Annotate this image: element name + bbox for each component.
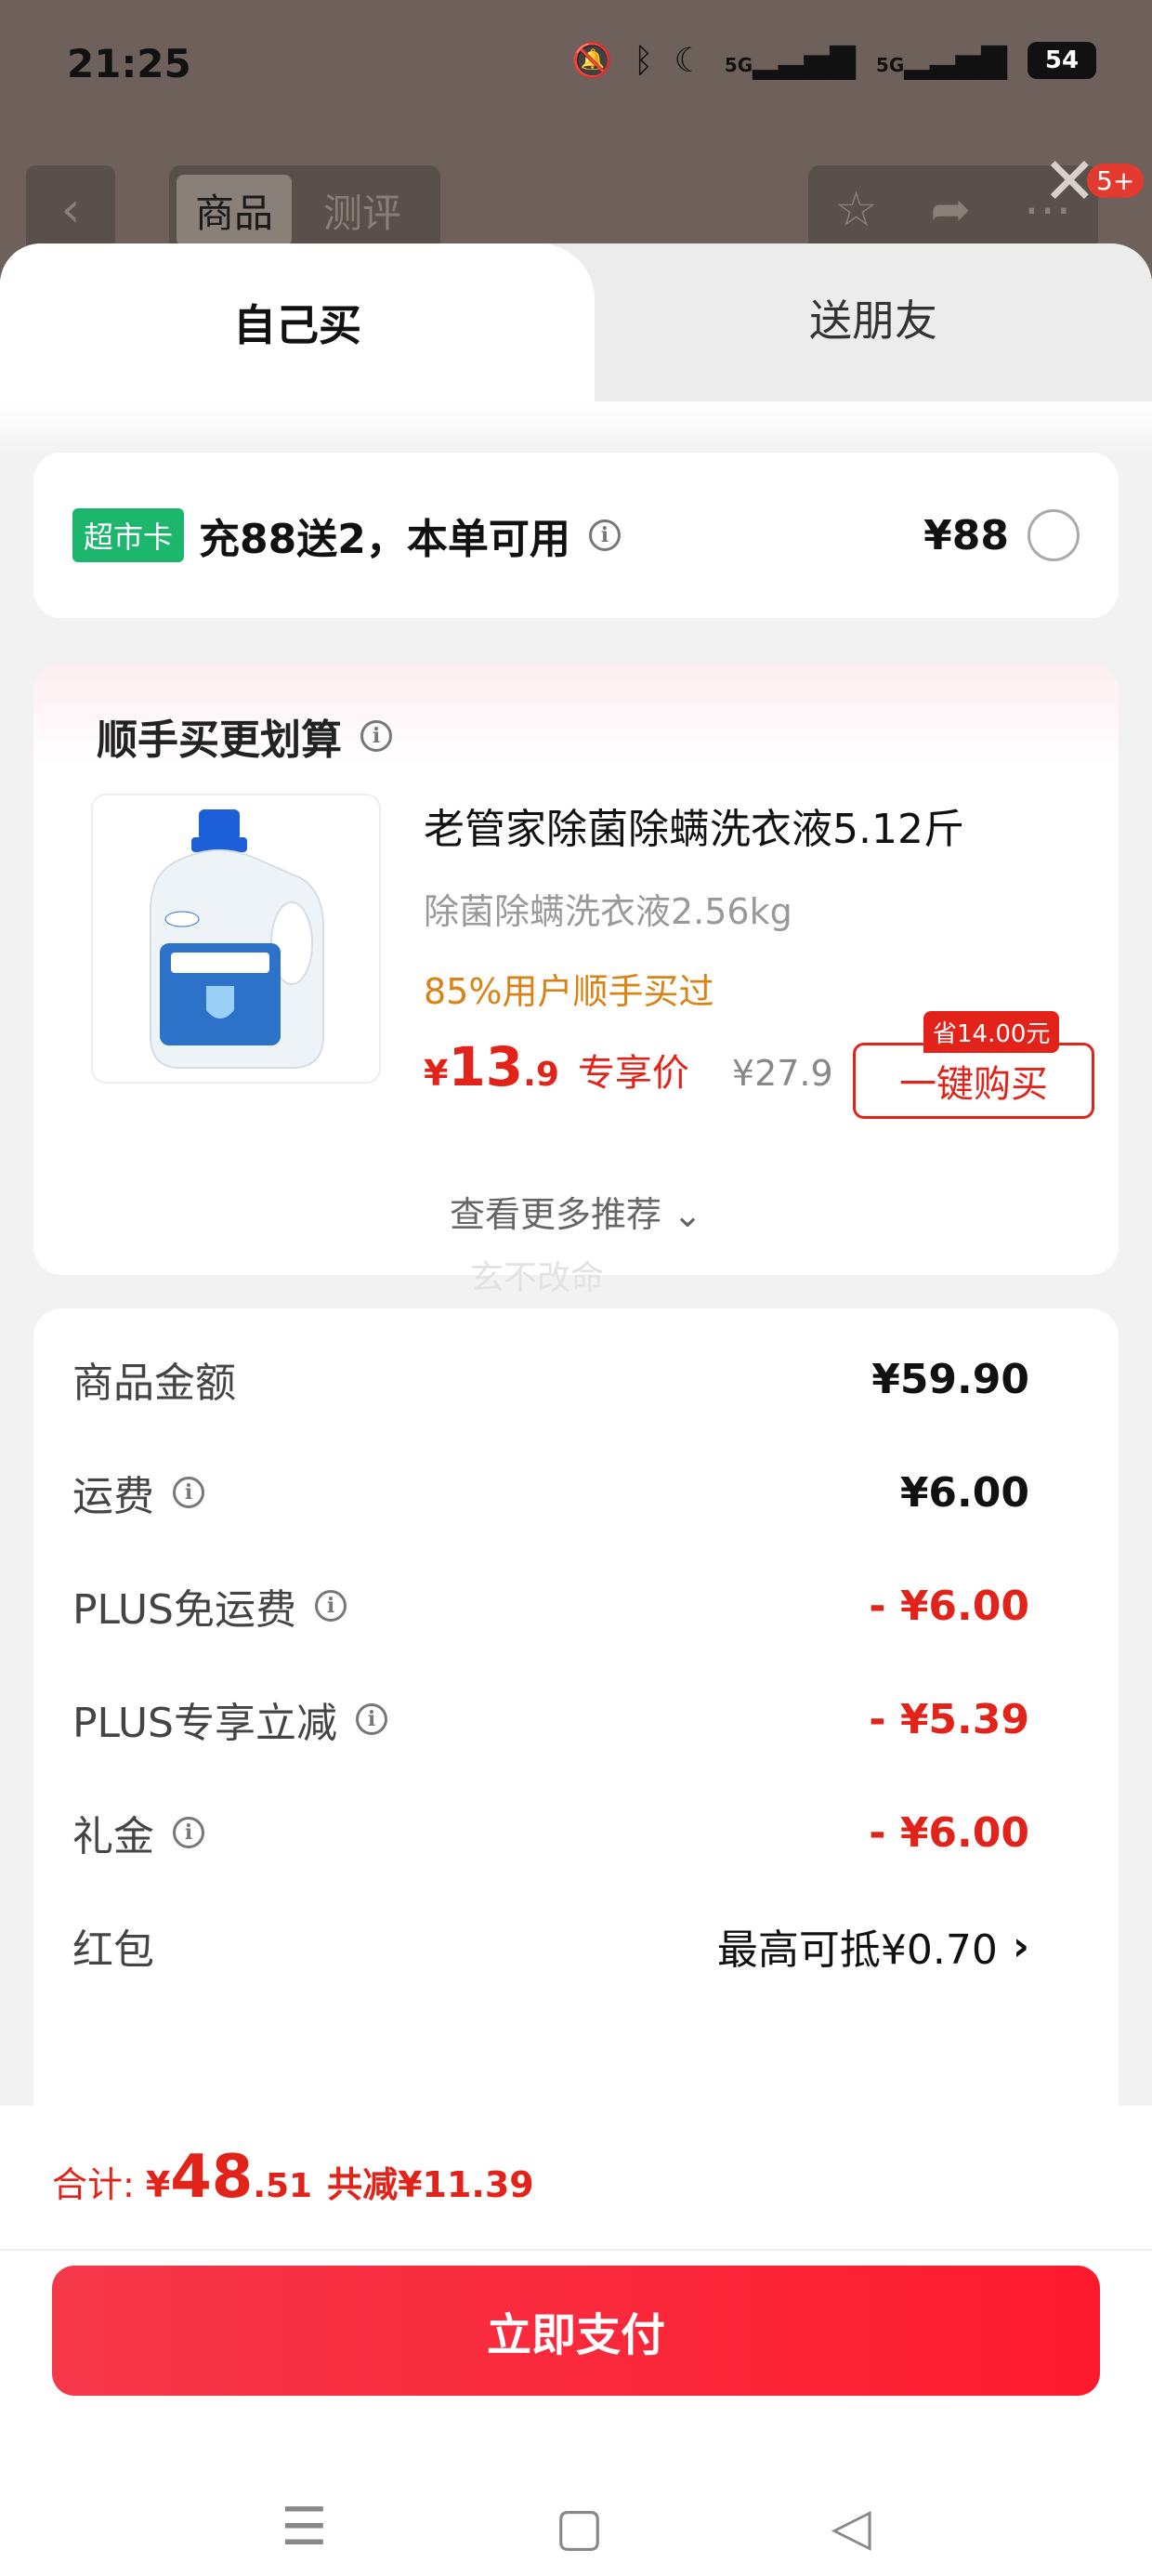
summary-value: ¥6.00 (899, 1468, 1029, 1517)
summary-value: - ¥6.00 (869, 1582, 1029, 1630)
watermark: 玄不改命 (470, 1259, 605, 1297)
exclusive-price-label: 专享价 (577, 1052, 689, 1095)
system-nav-bar: ☰ ▢ ◁ (0, 2477, 1152, 2576)
signal-icon-2: 5G▂▃▅▇ (875, 41, 1007, 80)
product-buyer-stat: 85%用户顺手买过 (424, 971, 714, 1012)
price-currency: ¥ (424, 1053, 449, 1094)
home-nav-icon[interactable]: ▢ (555, 2497, 604, 2557)
back-icon[interactable]: ‹ (26, 165, 115, 255)
summary-row-plus-free-shipping: PLUS免运费 i - ¥6.00 (72, 1576, 1029, 1636)
moon-icon: ☾ (674, 41, 704, 80)
checkout-footer: 合计: ¥ 48 .51 共减¥11.39 立即支付 ☰ ▢ ◁ (0, 2106, 1152, 2576)
chevron-right-icon: › (1012, 1922, 1029, 1970)
total-label: 合计: (52, 2164, 135, 2205)
summary-value: - ¥5.39 (869, 1695, 1029, 1743)
summary-row-gift-money: 礼金 i - ¥6.00 (72, 1803, 1029, 1862)
summary-value: - ¥6.00 (869, 1808, 1029, 1857)
recommendation-card: 顺手买更划算 i 老管家除菌除螨洗衣液5.12斤 除菌除螨洗衣液2.56kg 8… (33, 664, 1119, 1297)
bluetooth-icon: ᛒ (633, 41, 654, 80)
total-saved: 共减¥11.39 (327, 2164, 534, 2205)
price-decimal: .9 (523, 1056, 559, 1094)
summary-label: 红包 (72, 1926, 154, 1974)
total-currency: ¥ (145, 2164, 171, 2205)
info-icon[interactable]: i (360, 720, 392, 752)
product-name[interactable]: 老管家除菌除螨洗衣液5.12斤 (424, 795, 964, 855)
info-icon[interactable]: i (356, 1703, 387, 1735)
summary-value: 最高可抵¥0.70 (716, 1926, 998, 1974)
recommendation-title-text: 顺手买更划算 (97, 716, 342, 764)
supermarket-price: ¥88 (923, 511, 1009, 559)
status-time: 21:25 (67, 41, 191, 86)
tab-goods[interactable]: 商品 (177, 174, 293, 246)
more-recommendations-link[interactable]: 查看更多推荐 ⌄ (33, 1186, 1119, 1237)
info-icon[interactable]: i (173, 1817, 204, 1848)
summary-label: 商品金额 (72, 1360, 236, 1407)
product-spec: 除菌除螨洗衣液2.56kg (424, 891, 792, 932)
recommendation-title: 顺手买更划算 i (97, 706, 392, 766)
product-price: ¥ 13 .9 专享价 ¥27.9 (424, 1035, 833, 1098)
total-integer: 48 (170, 2143, 254, 2212)
supermarket-card-offer[interactable]: 超市卡 充88送2，本单可用 i ¥88 (33, 453, 1119, 618)
product-image[interactable] (91, 794, 381, 1084)
tab-divider (0, 401, 1152, 457)
supermarket-tag: 超市卡 (72, 508, 185, 562)
background-tabs: 商品 测评 (169, 165, 440, 255)
tab-review[interactable]: 测评 (305, 175, 420, 246)
menu-nav-icon[interactable]: ☰ (281, 2497, 327, 2557)
price-summary-card: 商品金额 ¥59.90 运费 i ¥6.00 PLUS免运费 i - ¥6.00 P… (33, 1308, 1119, 2146)
supermarket-radio[interactable] (1028, 509, 1080, 561)
info-icon[interactable]: i (315, 1590, 347, 1622)
purchase-mode-tabs: 送朋友 自己买 (0, 243, 1152, 457)
summary-label: PLUS专享立减 (72, 1700, 337, 1747)
close-icon[interactable]: ✕ (1042, 149, 1097, 214)
savings-tag: 省14.00元 (923, 1011, 1060, 1053)
summary-label: 运费 (72, 1473, 154, 1520)
signal-icon: 5G▂▃▅▇ (724, 41, 856, 80)
mute-icon: 🔕 (571, 42, 613, 80)
pay-now-button[interactable]: 立即支付 (52, 2266, 1100, 2396)
original-price: ¥27.9 (731, 1053, 833, 1094)
tab-send-friend[interactable]: 送朋友 (595, 243, 1152, 392)
info-icon[interactable]: i (588, 519, 621, 551)
summary-label: 礼金 (72, 1813, 154, 1860)
order-total: 合计: ¥ 48 .51 共减¥11.39 (52, 2143, 534, 2212)
summary-row-shipping: 运费 i ¥6.00 (72, 1463, 1029, 1522)
battery-icon: 54 (1028, 42, 1096, 79)
summary-row-red-packet[interactable]: 红包 最高可抵¥0.70 › (72, 1916, 1029, 1976)
star-icon[interactable]: ☆ (834, 182, 878, 238)
total-decimal: .51 (253, 2167, 313, 2205)
footer-divider (0, 2249, 1152, 2251)
info-icon[interactable]: i (173, 1477, 204, 1508)
share-icon[interactable]: ➦ (931, 182, 972, 238)
summary-label: PLUS免运费 (72, 1586, 296, 1634)
one-click-buy-button[interactable]: 一键购买 (853, 1043, 1094, 1119)
summary-row-goods: 商品金额 ¥59.90 (72, 1349, 1029, 1409)
status-icons: 🔕 ᛒ ☾ 5G▂▃▅▇ 5G▂▃▅▇ 54 (571, 41, 1096, 80)
summary-value: ¥59.90 (871, 1355, 1029, 1403)
summary-row-plus-discount: PLUS专享立减 i - ¥5.39 (72, 1689, 1029, 1749)
status-bar: 21:25 🔕 ᛒ ☾ 5G▂▃▅▇ 5G▂▃▅▇ 54 (0, 0, 1152, 139)
supermarket-offer-text: 充88送2，本单可用 (199, 516, 570, 563)
back-nav-icon[interactable]: ◁ (831, 2497, 871, 2557)
detergent-bottle-icon (150, 809, 325, 1069)
price-integer: 13 (448, 1035, 524, 1098)
